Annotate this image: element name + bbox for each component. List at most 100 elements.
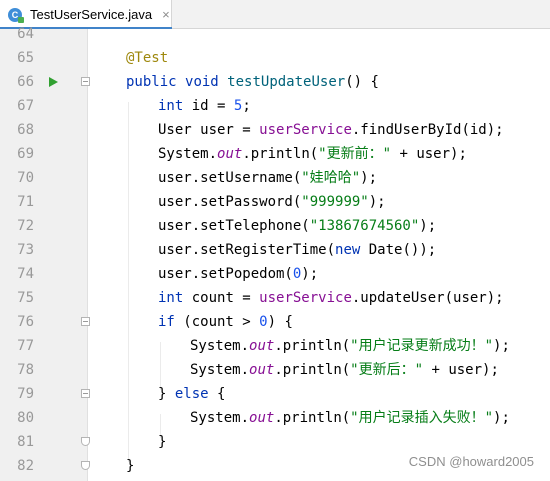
watermark: CSDN @howard2005 <box>408 454 534 469</box>
code-line[interactable]: 78 System.out.println("更新后：" + user); <box>0 358 550 382</box>
line-number: 81 <box>17 434 34 450</box>
line-number: 77 <box>17 338 34 354</box>
code-token: { <box>208 386 226 402</box>
code-text: int id = 5; <box>158 94 251 118</box>
code-line[interactable]: 69 System.out.println("更新前：" + user); <box>0 142 550 166</box>
code-token: System. <box>190 362 250 378</box>
line-number: 75 <box>17 290 34 306</box>
code-text: public void testUpdateUser() { <box>126 70 379 94</box>
code-token: "用户记录更新成功！" <box>350 338 494 354</box>
code-line[interactable]: 75 int count = userService.updateUser(use… <box>0 286 550 310</box>
code-line[interactable]: 66 public void testUpdateUser() { <box>0 70 550 94</box>
code-token: 0 <box>259 314 268 330</box>
code-token: user.setTelephone( <box>158 218 310 234</box>
code-line[interactable]: 73 user.setRegisterTime(new Date()); <box>0 238 550 262</box>
code-token: .println( <box>274 410 351 426</box>
code-text: user.setPassword("999999"); <box>158 190 386 214</box>
code-token: public <box>126 74 177 90</box>
code-line[interactable]: 65 @Test <box>0 46 550 70</box>
code-token: int <box>158 98 184 114</box>
code-token: } <box>158 386 175 402</box>
code-token: ); <box>493 410 510 426</box>
line-number: 66 <box>17 74 34 90</box>
code-token: User user = <box>158 122 260 138</box>
line-number: 74 <box>17 266 34 282</box>
code-text: User user = userService.findUserById(id)… <box>158 118 504 142</box>
code-token: "更新后：" <box>350 362 424 378</box>
code-line[interactable]: 67 int id = 5; <box>0 94 550 118</box>
java-class-icon: C <box>8 7 24 23</box>
code-token: + user); <box>391 146 467 162</box>
code-text: user.setRegisterTime(new Date()); <box>158 238 436 262</box>
code-token: ); <box>368 194 386 210</box>
code-token: () { <box>345 74 379 90</box>
code-line[interactable]: 70 user.setUsername("娃哈哈"); <box>0 166 550 190</box>
fold-collapse-icon[interactable] <box>81 317 90 326</box>
line-number: 79 <box>17 386 34 402</box>
code-token: out <box>217 146 243 162</box>
code-token: new <box>335 242 361 258</box>
code-text: System.out.println("更新前：" + user); <box>158 142 467 166</box>
code-text: System.out.println("用户记录插入失败！"); <box>190 406 510 430</box>
code-token: void <box>185 74 219 90</box>
code-token: int <box>158 290 184 306</box>
code-token: System. <box>190 338 250 354</box>
code-token: out <box>249 362 275 378</box>
line-number: 65 <box>17 50 34 66</box>
code-text: @Test <box>126 46 168 70</box>
code-token: ) { <box>267 314 293 330</box>
code-line[interactable]: 72 user.setTelephone("13867674560"); <box>0 214 550 238</box>
line-number: 73 <box>17 242 34 258</box>
code-text: } <box>158 430 166 454</box>
code-line[interactable]: 68 User user = userService.findUserById(i… <box>0 118 550 142</box>
code-token: "用户记录插入失败！" <box>350 410 494 426</box>
code-token: "更新前：" <box>318 146 392 162</box>
fold-collapse-icon[interactable] <box>81 77 90 86</box>
fold-end-icon[interactable] <box>81 437 90 446</box>
code-token: "13867674560" <box>309 218 420 234</box>
code-token: user.setUsername( <box>158 170 302 186</box>
line-number: 71 <box>17 194 34 210</box>
line-number: 70 <box>17 170 34 186</box>
line-number: 78 <box>17 362 34 378</box>
tab-title: TestUserService.java <box>30 7 153 22</box>
code-token: "娃哈哈" <box>301 170 361 186</box>
line-number: 82 <box>17 458 34 474</box>
code-token: (count > <box>174 314 260 330</box>
code-line[interactable]: 76 if (count > 0) { <box>0 310 550 334</box>
code-token: Date()); <box>360 242 437 258</box>
code-token: user.setPassword( <box>158 194 302 210</box>
fold-end-icon[interactable] <box>81 461 90 470</box>
code-text: user.setTelephone("13867674560"); <box>158 214 436 238</box>
line-number: 72 <box>17 218 34 234</box>
code-token: .println( <box>274 338 351 354</box>
code-token: testUpdateUser <box>227 74 346 90</box>
code-token: .updateUser(user); <box>351 290 504 306</box>
code-text: } else { <box>158 382 225 406</box>
code-token: @Test <box>126 50 169 66</box>
code-line[interactable]: 64 <box>0 22 550 46</box>
code-token: ); <box>301 266 319 282</box>
code-token: .println( <box>242 146 319 162</box>
code-line[interactable]: 74 user.setPopedom(0); <box>0 262 550 286</box>
code-text: System.out.println("用户记录更新成功！"); <box>190 334 510 358</box>
code-line[interactable]: 77 System.out.println("用户记录更新成功！"); <box>0 334 550 358</box>
code-token: ); <box>360 170 378 186</box>
code-text: int count = userService.updateUser(user)… <box>158 286 504 310</box>
code-token: user.setRegisterTime( <box>158 242 336 258</box>
code-token: System. <box>190 410 250 426</box>
code-line[interactable]: 81} <box>0 430 550 454</box>
code-token: out <box>249 410 275 426</box>
code-token: userService <box>259 122 352 138</box>
code-token: } <box>126 458 135 474</box>
close-icon[interactable]: × <box>162 7 170 22</box>
fold-collapse-icon[interactable] <box>81 389 90 398</box>
run-test-icon[interactable] <box>49 77 58 87</box>
code-line[interactable]: 80 System.out.println("用户记录插入失败！"); <box>0 406 550 430</box>
code-line[interactable]: 79 } else { <box>0 382 550 406</box>
code-token: System. <box>158 146 218 162</box>
code-line[interactable]: 71 user.setPassword("999999"); <box>0 190 550 214</box>
line-number: 64 <box>17 26 34 42</box>
code-text: } <box>126 454 134 478</box>
